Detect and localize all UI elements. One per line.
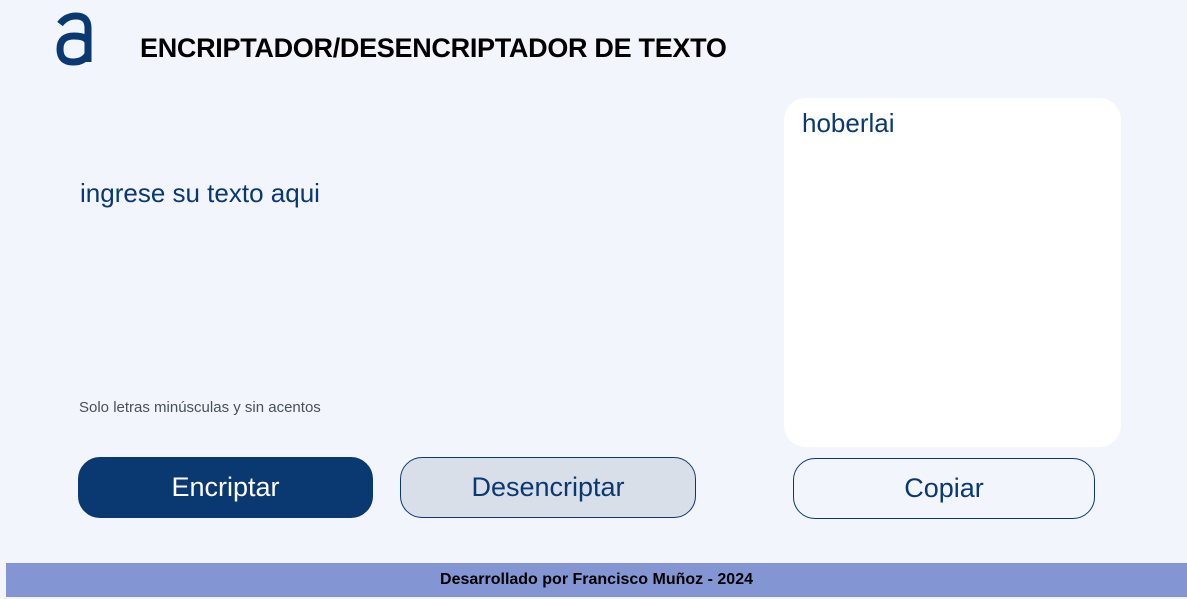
footer: Desarrollado por Francisco Muñoz - 2024 [6,563,1187,597]
output-text: hoberlai [802,108,895,138]
app-page: ENCRIPTADOR/DESENCRIPTADOR DE TEXTO Solo… [0,0,1187,599]
footer-text: Desarrollado por Francisco Muñoz - 2024 [440,571,753,588]
decrypt-button[interactable]: Desencriptar [400,457,696,518]
logo-icon [56,12,92,66]
input-hint: Solo letras minúsculas y sin acentos [79,399,321,417]
text-input[interactable] [72,170,762,370]
copy-button[interactable]: Copiar [793,458,1095,519]
output-panel: hoberlai [784,98,1121,447]
page-title: ENCRIPTADOR/DESENCRIPTADOR DE TEXTO [140,33,727,63]
hint-text: Solo letras minúsculas y sin acentos [79,399,321,416]
encrypt-button[interactable]: Encriptar [78,457,373,518]
